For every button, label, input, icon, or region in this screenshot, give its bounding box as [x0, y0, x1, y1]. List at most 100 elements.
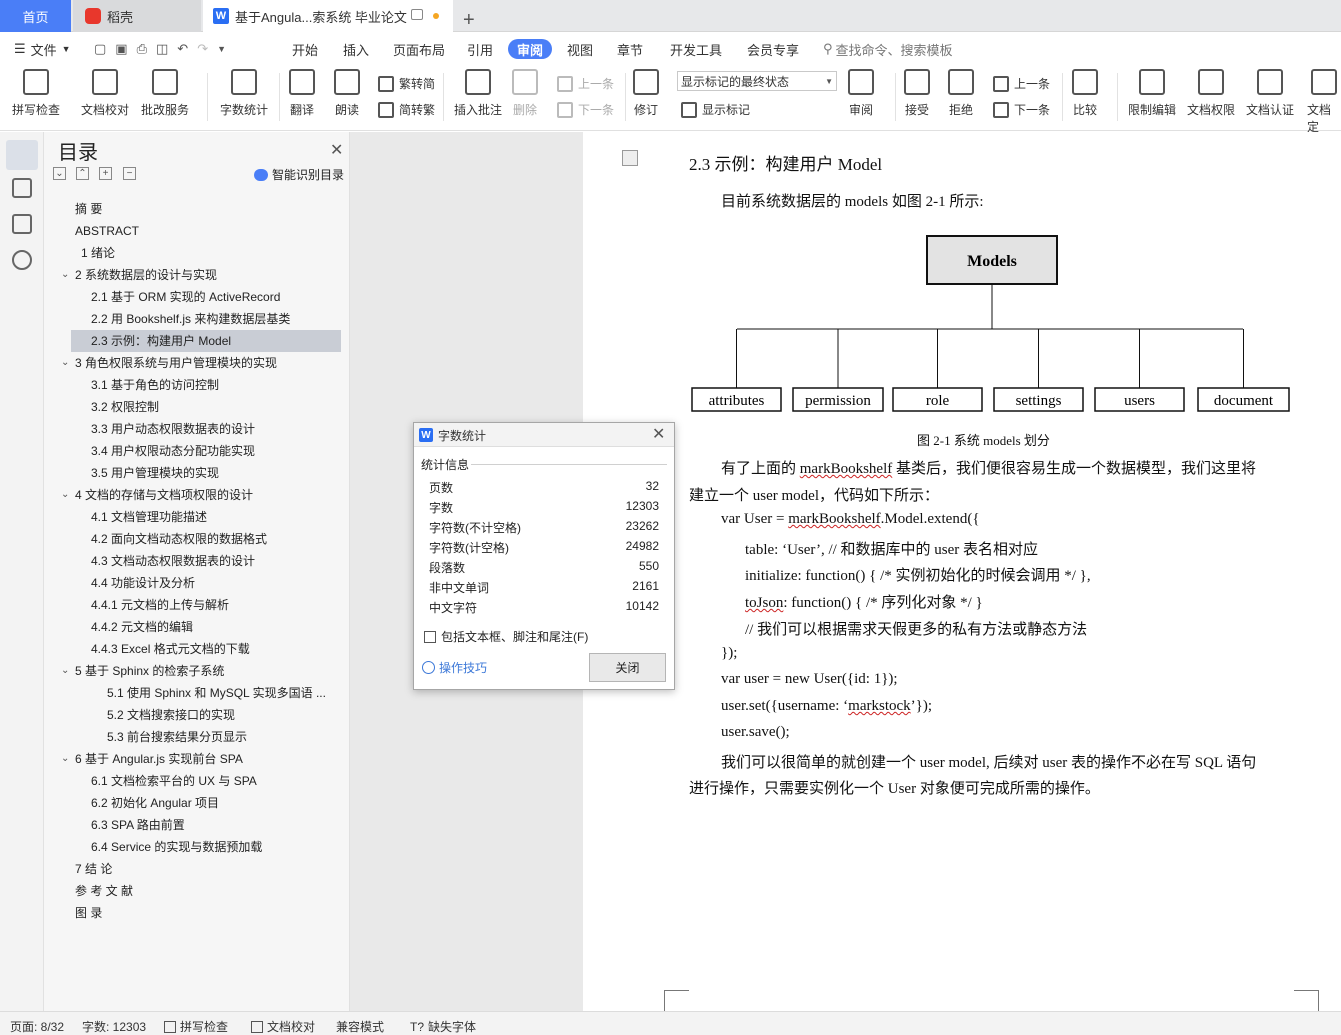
toc-item[interactable]: 6.4 Service 的实现与数据预加载	[91, 836, 262, 858]
toc-item[interactable]: 参 考 文 献	[75, 880, 133, 902]
export-icon[interactable]: ▣	[115, 41, 127, 57]
menu-review[interactable]: 审阅	[508, 39, 553, 59]
read-aloud-button[interactable]: 朗读	[334, 69, 360, 118]
revise-button[interactable]: 修订	[633, 69, 659, 118]
expand-icon[interactable]: ⌃	[76, 167, 89, 180]
restrict-edit-button[interactable]: 限制编辑	[1128, 69, 1176, 118]
toc-item[interactable]: 2.2 用 Bookshelf.js 来构建数据层基类	[91, 308, 290, 330]
undo-icon[interactable]: ↶	[177, 41, 188, 57]
toc-item[interactable]: 2.3 示例：构建用户 Model	[71, 330, 341, 352]
toc-item[interactable]: 4.4.1 元文档的上传与解析	[91, 594, 229, 616]
toc-item[interactable]: 6.2 初始化 Angular 项目	[91, 792, 219, 814]
toc-item[interactable]: 2.1 基于 ORM 实现的 ActiveRecord	[91, 286, 280, 308]
dialog-titlebar[interactable]: W 字数统计 ✕	[414, 423, 674, 447]
review-pane-button[interactable]: 审阅	[848, 69, 874, 118]
tips-link[interactable]: 操作技巧	[422, 659, 487, 676]
toc-item[interactable]: 3.2 权限控制	[91, 396, 159, 418]
doc-cert-button[interactable]: 文档认证	[1246, 69, 1294, 118]
close-icon[interactable]: ✕	[652, 424, 665, 444]
toc-item[interactable]: ABSTRACT	[75, 220, 139, 242]
file-menu[interactable]: ☰ 文件 ▼	[14, 33, 71, 65]
toc-item[interactable]: 5.2 文档搜索接口的实现	[107, 704, 235, 726]
toc-item[interactable]: 5.1 使用 Sphinx 和 MySQL 实现多国语 ...	[107, 682, 326, 704]
tab-daoke[interactable]: 稻壳	[73, 0, 201, 32]
new-tab-button[interactable]: +	[463, 4, 475, 36]
chevron-down-icon[interactable]: ⌄	[61, 484, 69, 506]
menu-chapter[interactable]: 章节	[617, 33, 643, 65]
chevron-down-icon[interactable]: ⌄	[61, 660, 69, 682]
toc-panel-icon[interactable]	[6, 140, 38, 170]
spell-check-button[interactable]: 拼写检查	[12, 69, 60, 118]
tab-home[interactable]: 首页	[0, 0, 71, 32]
menu-member[interactable]: 会员专享	[747, 33, 799, 65]
close-icon[interactable]: ✕	[330, 140, 343, 160]
toc-item[interactable]: 4.4.3 Excel 格式元文档的下载	[91, 638, 250, 660]
doc-proof-toggle[interactable]: 文档校对	[251, 1018, 315, 1035]
menu-layout[interactable]: 页面布局	[393, 33, 445, 65]
tab-document[interactable]: W 基于Angula...索系统 毕业论文	[203, 0, 453, 32]
close-button[interactable]: 关闭	[589, 653, 666, 682]
prev-change-button[interactable]: 上一条	[993, 75, 1050, 92]
toc-item[interactable]: 4.1 文档管理功能描述	[91, 506, 207, 528]
next-comment-button[interactable]: 下一条	[557, 101, 614, 118]
batch-service-button[interactable]: 批改服务	[141, 69, 189, 118]
smart-toc-button[interactable]: 智能识别目录	[254, 166, 344, 183]
spell-check-toggle[interactable]: 拼写检查	[164, 1018, 228, 1035]
trad-to-simp-button[interactable]: 繁转简	[378, 75, 435, 92]
toc-item[interactable]: 7 结 论	[75, 858, 112, 880]
delete-comment-button[interactable]: 删除	[512, 69, 538, 118]
toc-item[interactable]: 6 基于 Angular.js 实现前台 SPA	[75, 748, 243, 770]
toc-item[interactable]: 4.3 文档动态权限数据表的设计	[91, 550, 255, 572]
toc-item[interactable]: 3.5 用户管理模块的实现	[91, 462, 219, 484]
toc-item[interactable]: 6.1 文档检索平台的 UX 与 SPA	[91, 770, 257, 792]
toc-item[interactable]: 4.4.2 元文档的编辑	[91, 616, 193, 638]
toc-item[interactable]: 摘 要	[75, 198, 102, 220]
menu-insert[interactable]: 插入	[343, 33, 369, 65]
redo-icon[interactable]: ↷	[197, 41, 208, 57]
toc-item[interactable]: 4 文档的存储与文档项权限的设计	[75, 484, 253, 506]
search-icon[interactable]	[12, 250, 32, 270]
save-icon[interactable]: ▢	[94, 41, 106, 57]
compare-button[interactable]: 比较	[1072, 69, 1098, 118]
translate-button[interactable]: 翻译	[289, 69, 315, 118]
print-icon[interactable]: ⎙	[137, 41, 147, 57]
toc-item[interactable]: 5.3 前台搜索结果分页显示	[107, 726, 247, 748]
missing-font-button[interactable]: T? 缺失字体	[410, 1018, 476, 1035]
menu-reference[interactable]: 引用	[467, 33, 493, 65]
collapse-icon[interactable]: ⌄	[53, 167, 66, 180]
more-icon[interactable]: ▼	[217, 44, 226, 54]
chevron-down-icon[interactable]: ⌄	[61, 748, 69, 770]
toc-item[interactable]: 3.4 用户权限动态分配功能实现	[91, 440, 255, 462]
doc-proof-button[interactable]: 文档校对	[81, 69, 129, 118]
command-search[interactable]: ⚲ 查找命令、搜索模板	[823, 33, 953, 65]
menu-view[interactable]: 视图	[567, 33, 593, 65]
accept-button[interactable]: 接受	[904, 69, 930, 118]
doc-final-button[interactable]: 文档定	[1307, 69, 1341, 135]
menu-start[interactable]: 开始	[292, 33, 318, 65]
menu-devtools[interactable]: 开发工具	[670, 33, 722, 65]
doc-permission-button[interactable]: 文档权限	[1187, 69, 1235, 118]
toc-item[interactable]: 5 基于 Sphinx 的检索子系统	[75, 660, 224, 682]
toc-item[interactable]: 2 系统数据层的设计与实现	[75, 264, 217, 286]
next-change-button[interactable]: 下一条	[993, 101, 1050, 118]
prev-comment-button[interactable]: 上一条	[557, 75, 614, 92]
toc-item[interactable]: 3.3 用户动态权限数据表的设计	[91, 418, 255, 440]
track-state-select[interactable]: 显示标记的最终状态 ▼	[677, 71, 837, 91]
toc-item[interactable]: 3 角色权限系统与用户管理模块的实现	[75, 352, 277, 374]
toc-item[interactable]: 图 录	[75, 902, 102, 924]
page-indicator[interactable]: 页面: 8/32	[10, 1018, 64, 1035]
toc-item[interactable]: 6.3 SPA 路由前置	[91, 814, 185, 836]
chapter-nav-icon[interactable]	[12, 178, 32, 198]
preview-icon[interactable]: ◫	[156, 41, 168, 57]
chevron-down-icon[interactable]: ⌄	[61, 264, 69, 286]
toc-item[interactable]: 1 绪论	[81, 242, 115, 264]
insert-comment-button[interactable]: 插入批注	[454, 69, 502, 118]
remove-heading-icon[interactable]: −	[123, 167, 136, 180]
toc-item[interactable]: 4.4 功能设计及分析	[91, 572, 195, 594]
chevron-down-icon[interactable]: ⌄	[61, 352, 69, 374]
toc-item[interactable]: 3.1 基于角色的访问控制	[91, 374, 219, 396]
include-textbox-checkbox[interactable]: 包括文本框、脚注和尾注(F)	[424, 628, 588, 645]
reject-button[interactable]: 拒绝	[948, 69, 974, 118]
bookmark-icon[interactable]	[12, 214, 32, 234]
paragraph-options-icon[interactable]	[622, 150, 638, 166]
